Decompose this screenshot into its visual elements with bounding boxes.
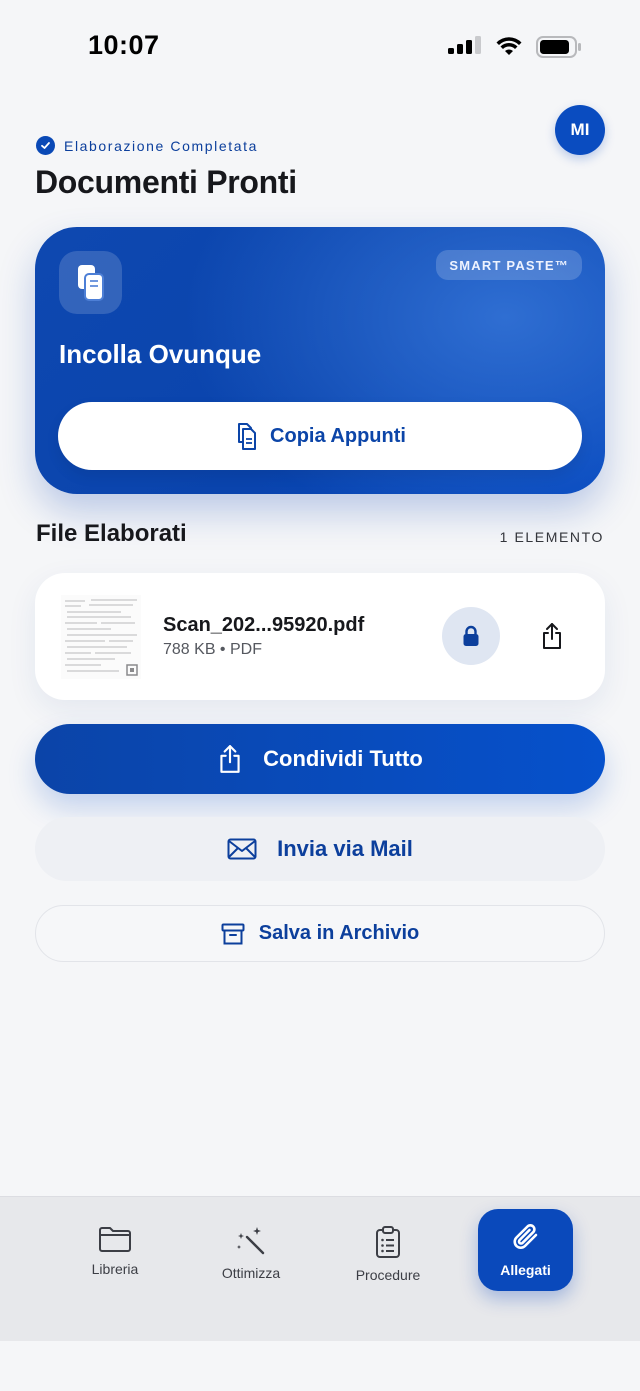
tab-label: Ottimizza	[221, 1265, 281, 1281]
save-archive-button[interactable]: Salva in Archivio	[35, 905, 605, 962]
copy-icon	[238, 423, 257, 450]
tab-bar: Libreria Ottimizza Procedure Allegati	[0, 1196, 640, 1341]
lock-file-button[interactable]	[442, 607, 500, 665]
folder-icon	[99, 1227, 131, 1252]
save-archive-label: Salva in Archivio	[258, 922, 420, 944]
tab-label: Libreria	[91, 1261, 139, 1277]
paperclip-icon	[513, 1224, 537, 1249]
share-icon	[543, 623, 561, 649]
battery-icon	[536, 36, 581, 58]
archive-box-icon	[221, 923, 245, 944]
send-mail-label: Invia via Mail	[277, 836, 413, 861]
status-text: Elaborazione Completata	[64, 137, 259, 154]
avatar[interactable]: MI	[555, 105, 605, 155]
copy-documents-icon	[59, 251, 122, 314]
status-icons	[448, 36, 582, 58]
section-title: File Elaborati	[36, 520, 187, 547]
envelope-icon	[227, 838, 257, 860]
checkmark-circle-icon	[36, 136, 55, 155]
page-title: Documenti Pronti	[35, 164, 297, 200]
file-share-button[interactable]	[523, 607, 581, 665]
cellular-signal-icon	[448, 36, 481, 54]
status-bar: 10:07	[0, 0, 640, 96]
file-thumbnail	[61, 595, 141, 679]
share-icon	[220, 745, 240, 773]
smart-paste-card: SMART PASTE™ Incolla Ovunque Copia Appun…	[35, 227, 605, 494]
tab-label: Procedure	[355, 1267, 421, 1283]
magic-wand-icon	[237, 1227, 265, 1255]
share-all-label: Condividi Tutto	[263, 746, 423, 771]
clipboard-list-icon	[376, 1226, 400, 1258]
tab-procedure[interactable]: Procedure	[333, 1225, 443, 1285]
wifi-icon	[496, 37, 522, 55]
smart-paste-badge: SMART PASTE™	[436, 250, 582, 280]
copy-clipboard-button[interactable]: Copia Appunti	[58, 402, 582, 470]
file-meta: 788 KB • PDF	[163, 641, 262, 658]
share-all-button[interactable]: Condividi Tutto	[35, 724, 605, 794]
tab-libreria[interactable]: Libreria	[60, 1225, 170, 1285]
screen: 10:07 Elaborazione Completata Documenti …	[0, 0, 640, 1391]
hero-title: Incolla Ovunque	[59, 339, 262, 369]
lock-icon	[463, 625, 479, 646]
tab-label: Allegati	[500, 1262, 551, 1278]
file-card[interactable]: Scan_202...95920.pdf 788 KB • PDF	[35, 573, 605, 700]
tab-allegati[interactable]: Allegati	[478, 1209, 573, 1291]
send-mail-button[interactable]: Invia via Mail	[35, 817, 605, 881]
item-count: 1 ELEMENTO	[499, 529, 604, 545]
processing-status: Elaborazione Completata	[36, 136, 258, 155]
home-indicator-area	[0, 1341, 640, 1391]
status-time: 10:07	[88, 30, 160, 60]
tab-ottimizza[interactable]: Ottimizza	[196, 1225, 306, 1285]
file-name: Scan_202...95920.pdf	[163, 614, 365, 636]
copy-clipboard-label: Copia Appunti	[270, 424, 406, 447]
